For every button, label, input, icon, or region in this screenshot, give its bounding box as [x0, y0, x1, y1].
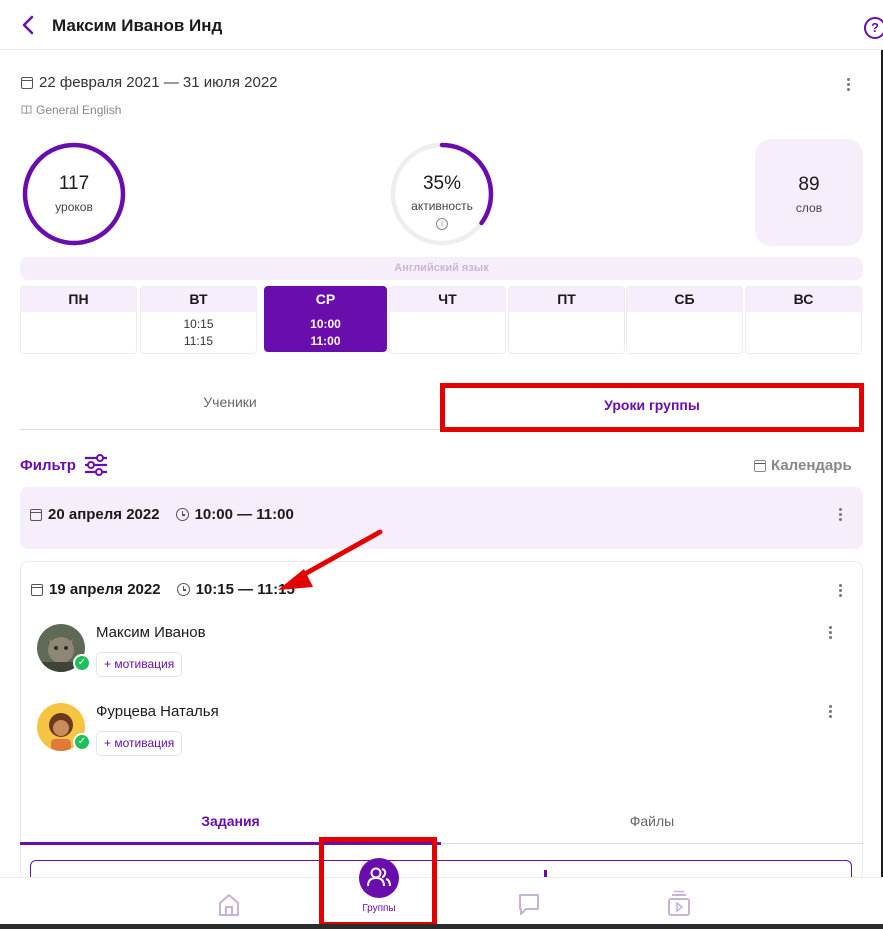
day-mon[interactable]: ПН	[20, 286, 137, 354]
lesson-card[interactable]: 20 апреля 2022 10:00 — 11:00	[20, 487, 863, 549]
lessons-count: 117	[58, 173, 90, 194]
lessons-label: уроков	[55, 200, 93, 214]
day-tue[interactable]: ВТ 10:15 11:15	[140, 286, 257, 354]
day-label: СР	[265, 287, 386, 312]
info-icon[interactable]: i	[436, 218, 448, 230]
day-sat[interactable]: СБ	[626, 286, 743, 354]
course-name: General English	[21, 103, 121, 117]
book-icon	[21, 105, 32, 115]
media-icon[interactable]	[664, 889, 694, 919]
day-label: ПН	[21, 287, 136, 312]
lesson-time: 10:00 — 11:00	[194, 506, 294, 523]
sliders-icon	[84, 454, 107, 476]
schedule-language: Английский язык	[20, 257, 863, 280]
calendar-icon	[31, 583, 43, 596]
bottom-nav	[0, 877, 883, 924]
lesson-more-icon[interactable]	[832, 582, 848, 602]
lesson-date: 19 апреля 2022	[49, 581, 161, 598]
tab-students[interactable]: Ученики	[20, 394, 440, 410]
filter-label: Фильтр	[20, 456, 76, 474]
course-date-range: 22 февраля 2021 — 31 июля 2022	[21, 74, 278, 91]
clock-icon	[176, 583, 190, 596]
clock-icon	[175, 508, 189, 521]
day-time-start: 10:15	[183, 317, 214, 331]
calendar-label: Календарь	[771, 457, 852, 474]
day-thu[interactable]: ЧТ	[389, 286, 506, 354]
home-icon[interactable]	[214, 890, 244, 920]
activity-label: активность	[411, 199, 473, 213]
chat-icon[interactable]	[514, 889, 544, 919]
calendar-button[interactable]: Календарь	[754, 457, 852, 474]
day-label: СБ	[627, 287, 742, 312]
calendar-icon	[30, 508, 42, 521]
day-label: ПТ	[509, 287, 624, 312]
top-bar: Максим Иванов Инд ?	[0, 0, 883, 50]
day-time-end: 11:00	[310, 334, 341, 348]
help-icon[interactable]: ?	[864, 17, 883, 39]
tabs-divider	[20, 429, 440, 430]
student-more-icon[interactable]	[822, 624, 838, 644]
calendar-icon	[754, 459, 766, 472]
course-more-icon[interactable]	[840, 76, 856, 96]
student-more-icon[interactable]	[822, 703, 838, 723]
course-date-range-text: 22 февраля 2021 — 31 июля 2022	[39, 74, 278, 91]
day-wed[interactable]: СР 10:00 11:00	[264, 286, 387, 352]
annotation-arrow-icon	[278, 529, 383, 590]
page-title: Максим Иванов Инд	[52, 16, 223, 35]
student-name[interactable]: Фурцева Наталья	[96, 703, 219, 720]
words-card: 89 слов	[755, 139, 863, 246]
bottom-edge	[0, 924, 883, 929]
day-sun[interactable]: ВС	[745, 286, 862, 354]
attended-check-icon: ✓	[73, 654, 91, 672]
day-fri[interactable]: ПТ	[508, 286, 625, 354]
activity-percent: 35%	[422, 173, 462, 194]
lesson-card-expanded: 19 апреля 2022 10:15 — 11:15 ✓ Максим Ив…	[20, 561, 863, 881]
course-name-text: General English	[36, 103, 122, 117]
lesson-more-icon[interactable]	[832, 506, 848, 526]
words-label: слов	[795, 201, 823, 215]
day-label: ВС	[746, 287, 861, 312]
words-count: 89	[798, 174, 820, 195]
day-label: ЧТ	[390, 287, 505, 312]
tab-tasks[interactable]: Задания	[20, 813, 441, 829]
tab-files[interactable]: Файлы	[441, 813, 863, 829]
day-time-start: 10:00	[310, 317, 341, 331]
add-motivation-button[interactable]: + мотивация	[96, 731, 183, 756]
add-motivation-button[interactable]: + мотивация	[96, 652, 183, 677]
day-time-end: 11:15	[183, 334, 214, 348]
calendar-icon	[21, 76, 33, 89]
day-label: ВТ	[141, 287, 256, 312]
chevron-left-icon[interactable]	[18, 14, 40, 36]
tab-highlight-box	[440, 383, 864, 432]
lesson-date: 20 апреля 2022	[48, 506, 160, 523]
attended-check-icon: ✓	[73, 733, 91, 751]
filter-button[interactable]: Фильтр	[20, 454, 108, 476]
nav-highlight-box	[319, 837, 437, 927]
student-name[interactable]: Максим Иванов	[96, 624, 206, 641]
